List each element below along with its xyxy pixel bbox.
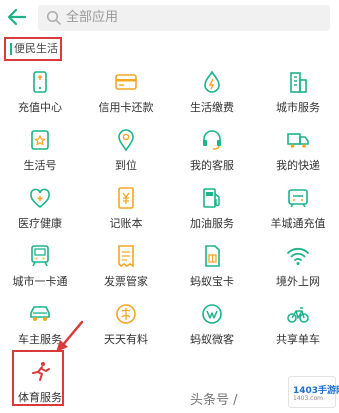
category-accent-bar: [10, 43, 12, 55]
grid-item-label: 生活号: [23, 159, 57, 172]
credit-card-icon: [115, 74, 137, 90]
grid-item-customer-service[interactable]: 我的客服: [172, 128, 252, 184]
grid-item-label: 加油服务: [190, 217, 234, 230]
category-label: 便民生活: [14, 42, 58, 55]
grid-item-label: 羊城通充值: [270, 217, 326, 230]
grid-item-overseas-internet[interactable]: 境外上网: [258, 244, 338, 300]
back-arrow-icon[interactable]: [6, 6, 28, 28]
fuel-pump-icon: [203, 188, 220, 208]
ant-weike-icon: [202, 304, 222, 324]
grid-item-label: 共享单车: [276, 333, 320, 346]
grid-item-daily-news[interactable]: 天天有料: [86, 302, 166, 358]
grid-item-topup[interactable]: 充值中心: [0, 70, 80, 126]
medical-stethoscope-icon: [30, 188, 50, 209]
daily-news-icon: [116, 304, 136, 324]
grid-item-label: 我的快递: [276, 159, 320, 172]
grid-item-label: 信用卡还款: [98, 101, 154, 114]
location-pin-icon: [118, 129, 134, 152]
account-book-icon: [118, 187, 134, 209]
grid-item-label: 充值中心: [18, 101, 62, 114]
grid-item-ant-card[interactable]: 蚂蚁宝卡: [172, 244, 252, 300]
grid-item-dao-wei[interactable]: 到位: [86, 128, 166, 184]
city-building-icon: [290, 72, 307, 93]
highlight-box: [12, 350, 64, 406]
utility-bill-icon: [204, 70, 220, 93]
bicycle-icon: [287, 307, 309, 323]
watermark-logo: 1403手游网 1403.com: [288, 376, 339, 408]
grid-item-account-book[interactable]: 记账本: [86, 186, 166, 242]
phone-topup-icon: [33, 71, 47, 93]
annotation-arrow-icon: [56, 320, 84, 352]
search-icon: [46, 10, 61, 25]
watermark-logo-line2: 1403.com: [293, 395, 323, 402]
grid-item-label: 城市一卡通: [12, 275, 68, 288]
city-card-icon: [31, 245, 49, 267]
delivery-truck-icon: [287, 133, 309, 148]
grid-item-city-card[interactable]: 城市一卡通: [0, 244, 80, 300]
grid-item-label: 境外上网: [276, 275, 320, 288]
grid-item-medical[interactable]: 医疗健康: [0, 186, 80, 242]
grid-item-label: 蚂蚁宝卡: [190, 275, 234, 288]
grid-item-invoice[interactable]: 发票管家: [86, 244, 166, 300]
grid-item-label: 蚂蚁微客: [190, 333, 234, 346]
grid-item-fuel[interactable]: 加油服务: [172, 186, 252, 242]
life-account-icon: [31, 130, 49, 150]
grid-item-delivery[interactable]: 我的快递: [258, 128, 338, 184]
search-input[interactable]: 全部应用: [38, 5, 330, 31]
car-icon: [30, 306, 50, 321]
grid-item-life-account[interactable]: 生活号: [0, 128, 80, 184]
invoice-icon: [118, 245, 134, 268]
grid-item-label: 生活缴费: [190, 101, 234, 114]
grid-item-credit-card[interactable]: 信用卡还款: [86, 70, 166, 126]
grid-item-bike-share[interactable]: 共享单车: [258, 302, 338, 358]
grid-item-transit-topup[interactable]: 羊城通充值: [258, 186, 338, 242]
transit-card-icon: [288, 189, 308, 208]
grid-item-ant-weike[interactable]: 蚂蚁微客: [172, 302, 252, 358]
grid-item-label: 记账本: [109, 217, 143, 230]
category-header: 便民生活: [4, 37, 62, 61]
top-bar: 全部应用: [0, 0, 339, 36]
grid-item-city-service[interactable]: 城市服务: [258, 70, 338, 126]
search-placeholder: 全部应用: [66, 10, 119, 25]
grid-item-label: 我的客服: [190, 159, 234, 172]
sim-card-icon: [205, 245, 220, 267]
grid-item-label: 城市服务: [276, 101, 320, 114]
grid-item-label: 天天有料: [104, 333, 148, 346]
customer-service-icon: [203, 130, 221, 150]
grid-item-label: 到位: [115, 159, 137, 172]
grid-item-utility[interactable]: 生活缴费: [172, 70, 252, 126]
grid-item-label: 医疗健康: [18, 217, 62, 230]
footer-watermark-text: 头条号 /: [190, 393, 238, 408]
grid-item-label: 发票管家: [104, 275, 148, 288]
wifi-icon: [287, 247, 309, 265]
